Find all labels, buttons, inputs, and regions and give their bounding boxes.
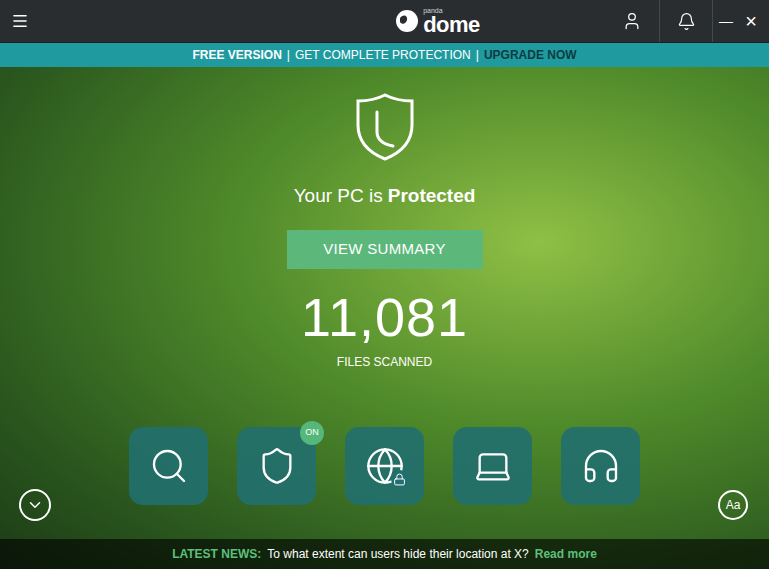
logo-text: dome — [423, 14, 480, 36]
bell-icon — [677, 12, 696, 31]
chevron-down-icon — [26, 496, 44, 514]
menu-button[interactable] — [0, 12, 40, 30]
laptop-icon — [473, 446, 513, 486]
news-headline: To what extent can users hide their loca… — [267, 545, 529, 563]
on-badge: ON — [300, 421, 324, 445]
globe-lock-icon — [365, 446, 405, 486]
panda-logo-icon — [395, 9, 419, 33]
shield-icon — [355, 92, 415, 162]
antivirus-button[interactable]: ON — [237, 427, 316, 505]
account-button[interactable] — [605, 0, 659, 42]
feature-row: ON — [129, 427, 640, 505]
logo: pandadome — [395, 7, 480, 36]
font-size-button[interactable]: Aa — [718, 490, 748, 520]
separator: | — [287, 46, 290, 64]
upgrade-link[interactable]: UPGRADE NOW — [484, 46, 577, 64]
read-more-link[interactable]: Read more — [535, 545, 597, 563]
title-bar: pandadome —× — [0, 0, 769, 43]
scan-button[interactable] — [129, 427, 208, 505]
offer-label: GET COMPLETE PROTECTION — [295, 46, 471, 64]
hamburger-icon — [11, 12, 29, 30]
close-button[interactable]: × — [739, 0, 769, 42]
user-icon — [622, 11, 642, 31]
news-bar: LATEST NEWS: To what extent can users hid… — [0, 539, 769, 569]
support-button[interactable] — [561, 427, 640, 505]
files-scanned-count: 11,081 — [301, 290, 468, 344]
dashboard: Your PC isProtected VIEW SUMMARY 11,081 FIL… — [0, 67, 769, 569]
view-summary-button[interactable]: VIEW SUMMARY — [287, 230, 483, 269]
headset-icon — [581, 446, 621, 486]
web-protection-button[interactable] — [345, 427, 424, 505]
upgrade-banner[interactable]: FREE VERSION | GET COMPLETE PROTECTION | UPG… — [0, 43, 769, 67]
minimize-button[interactable]: — — [713, 0, 739, 42]
separator: | — [476, 46, 479, 64]
news-label: LATEST NEWS: — [172, 545, 261, 563]
logo-brand: panda — [423, 7, 480, 14]
magnifier-icon — [149, 446, 189, 486]
notifications-button[interactable] — [659, 0, 713, 42]
free-version-label: FREE VERSION — [192, 46, 281, 64]
files-scanned-label: FILES SCANNED — [337, 355, 432, 369]
protection-status: Your PC isProtected — [294, 185, 476, 207]
devices-button[interactable] — [453, 427, 532, 505]
app-window: pandadome —× FREE VERSION | GET COMPLETE PRO… — [0, 0, 769, 569]
expand-button[interactable] — [19, 489, 51, 521]
shield-icon — [257, 446, 297, 486]
